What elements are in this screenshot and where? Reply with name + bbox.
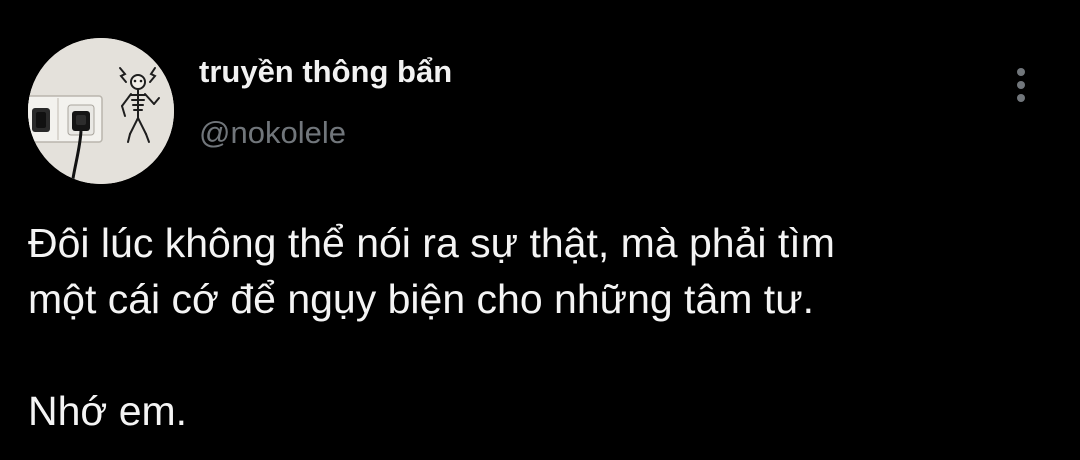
tweet-text-line: Đôi lúc không thể nói ra sự thật, mà phả… xyxy=(28,220,835,266)
more-options-button[interactable] xyxy=(1006,64,1036,106)
vertical-ellipsis-icon xyxy=(1017,68,1025,102)
tweet-text-line: Nhớ em. xyxy=(28,388,188,434)
tweet-card: truyền thông bẩn @nokolele Đôi lúc không… xyxy=(0,0,1080,460)
user-handle[interactable]: @nokolele xyxy=(199,115,346,151)
display-name[interactable]: truyền thông bẩn xyxy=(199,54,452,90)
avatar[interactable] xyxy=(28,38,174,184)
tweet-text: Đôi lúc không thể nói ra sự thật, mà phả… xyxy=(28,215,1058,439)
tweet-text-line: một cái cớ để ngụy biện cho những tâm tư… xyxy=(28,276,815,322)
avatar-image xyxy=(28,38,174,184)
